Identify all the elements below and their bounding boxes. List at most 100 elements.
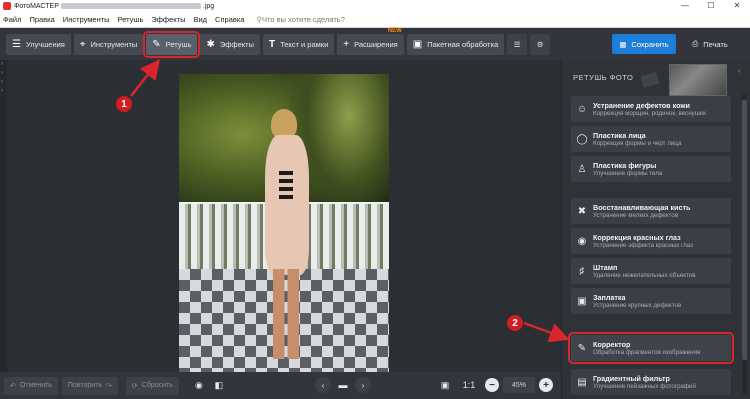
gradient-icon: ▤ — [577, 376, 587, 388]
zoom-value[interactable]: 45% — [503, 377, 535, 393]
search-box: ⚲ — [256, 15, 402, 24]
save-button[interactable]: ▦ Сохранить — [612, 34, 676, 54]
history-icon: ☰ — [513, 39, 521, 49]
zoom-in-button[interactable]: + — [539, 378, 553, 392]
bandage-icon: ✖ — [577, 205, 587, 217]
batch-icon: ▣ — [412, 38, 423, 50]
zoom-out-button[interactable]: − — [485, 378, 499, 392]
tab-label: Текст и рамки — [280, 39, 329, 49]
search-input[interactable] — [261, 15, 402, 24]
reset-label: Сбросить — [141, 382, 173, 389]
tab-tools[interactable]: ⌖ Инструменты — [73, 33, 144, 55]
prev-image-button[interactable]: ‹ — [315, 377, 331, 393]
compare-split-icon[interactable]: ◧ — [211, 378, 227, 394]
redo-icon: ↷ — [106, 382, 112, 390]
retouch-panel: РЕТУШЬ ФОТО ‹ ☺ Устранение дефектов кожи… — [561, 60, 750, 399]
tool-patch[interactable]: ▣ Заплатка Устранение крупных дефектов — [571, 288, 731, 314]
eye-icon: ◉ — [577, 235, 587, 247]
tab-label: Пакетная обработка — [427, 39, 499, 49]
menu-retouch[interactable]: Ретушь — [118, 15, 144, 24]
tool-healing-brush[interactable]: ✖ Восстанавливающая кисть Устранение мелк… — [571, 198, 731, 224]
app-logo-icon — [3, 2, 11, 10]
decor-thumbnail — [640, 72, 660, 88]
photo-woman — [261, 109, 313, 364]
panel-header: РЕТУШЬ ФОТО ‹ — [562, 60, 750, 96]
tool-desc: Коррекция формы и черт лица — [593, 139, 682, 147]
tab-label: Эффекты — [219, 39, 254, 49]
chevron-right-icon: › — [1, 79, 3, 85]
eye-preview-icon[interactable]: ◉ — [191, 378, 207, 394]
close-button[interactable]: ✕ — [724, 0, 750, 12]
title-bar: ФотоМАСТЕР .jpg — ☐ ✕ — [0, 0, 750, 12]
undo-button[interactable]: ↶ Отменить — [4, 376, 58, 395]
tab-retouch[interactable]: ✎ Ретушь — [143, 30, 201, 58]
decor-thumbnail — [669, 64, 727, 96]
menu-bar: Файл Правка Инструменты Ретушь Эффекты В… — [0, 12, 750, 28]
file-extension: .jpg — [202, 2, 215, 10]
tool-desc: Обработка фрагментов изображения — [593, 348, 701, 356]
tool-name: Восстанавливающая кисть — [593, 202, 691, 212]
figure-icon: ♙ — [577, 163, 587, 175]
scrollbar-thumb[interactable] — [742, 100, 747, 360]
undo-label: Отменить — [19, 382, 52, 389]
menu-edit[interactable]: Правка — [29, 15, 54, 24]
panel-scrollbar[interactable] — [742, 94, 747, 394]
window-title: ФотоМАСТЕР — [14, 2, 59, 10]
sliders-icon: ☰ — [12, 38, 21, 50]
fit-screen-icon[interactable]: ▣ — [437, 377, 453, 393]
undo-icon: ↶ — [10, 382, 16, 390]
plus-icon: + — [343, 38, 350, 50]
crop-icon: ⌖ — [79, 38, 86, 50]
annotation-marker-2: 2 — [507, 315, 523, 331]
left-collapse-strip[interactable]: › › › › — [0, 60, 7, 372]
minimize-button[interactable]: — — [672, 0, 698, 12]
photo-dress — [265, 135, 309, 275]
annotation-marker-1: 1 — [116, 96, 132, 112]
tool-desc: Улучшение формы тела — [593, 169, 663, 177]
menu-help[interactable]: Справка — [215, 15, 244, 24]
tool-name: Градиентный фильтр — [593, 373, 670, 383]
tab-batch[interactable]: ▣ Пакетная обработка — [406, 33, 505, 55]
tab-enhancements[interactable]: ☰ Улучшения — [6, 33, 71, 55]
tool-red-eye[interactable]: ◉ Коррекция красных глаз Устранение эффек… — [571, 228, 731, 254]
next-image-button[interactable]: › — [355, 377, 371, 393]
tab-label: Расширения — [354, 39, 398, 49]
maximize-button[interactable]: ☐ — [698, 0, 724, 12]
tool-figure-plastic[interactable]: ♙ Пластика фигуры Улучшение формы тела — [571, 156, 731, 182]
tool-name: Устранение дефектов кожи — [593, 100, 690, 110]
new-badge: NEW — [387, 27, 402, 34]
tool-name: Пластика лица — [593, 130, 646, 140]
redo-button[interactable]: Повторить ↷ — [61, 376, 118, 395]
tool-gradient-filter[interactable]: ▤ Градиентный фильтр Улучшение пейзажных … — [571, 369, 731, 395]
tool-name: Заплатка — [593, 292, 626, 302]
tab-extensions[interactable]: + Расширения NEW — [337, 28, 404, 55]
print-button[interactable]: ⎙ Печать — [680, 34, 740, 54]
tool-stamp[interactable]: ♯ Штамп Удаление нежелательных объектов — [571, 258, 731, 284]
compare-before-button[interactable]: ☰ — [507, 33, 528, 55]
menu-tools[interactable]: Инструменты — [63, 15, 110, 24]
menu-view[interactable]: Вид — [193, 15, 207, 24]
photo-dress-straps — [279, 169, 293, 199]
chevron-left-icon[interactable]: ‹ — [738, 66, 741, 75]
ratio-button[interactable]: 1:1 — [459, 377, 479, 393]
photo-preview[interactable] — [179, 74, 389, 372]
chevron-right-icon: › — [1, 61, 3, 67]
tab-effects[interactable]: ✱ Эффекты — [200, 33, 260, 55]
photo-legs — [273, 269, 299, 359]
printer-icon: ⎙ — [692, 39, 699, 48]
menu-file[interactable]: Файл — [3, 15, 21, 24]
tool-desc: Устранение мелких дефектов — [593, 211, 679, 219]
reset-button[interactable]: ⟳ Сбросить — [125, 376, 179, 395]
photo-canvas[interactable] — [7, 60, 559, 372]
tool-corrector[interactable]: ✎ Корректор Обработка фрагментов изображе… — [568, 332, 734, 364]
stamp-icon: ♯ — [579, 265, 585, 277]
tool-face-plastic[interactable]: ◯ Пластика лица Коррекция формы и черт ли… — [571, 126, 731, 152]
menu-effects[interactable]: Эффекты — [151, 15, 185, 24]
redo-label: Повторить — [67, 382, 103, 389]
compare-after-button[interactable]: ⚙ — [530, 33, 551, 55]
print-label: Печать — [703, 39, 728, 49]
chevron-right-icon: › — [1, 70, 3, 76]
tab-text-frames[interactable]: T Текст и рамки — [262, 33, 335, 55]
folder-icon[interactable]: ▬ — [335, 377, 351, 393]
tool-skin-defects[interactable]: ☺ Устранение дефектов кожи Коррекция морщ… — [571, 96, 731, 122]
